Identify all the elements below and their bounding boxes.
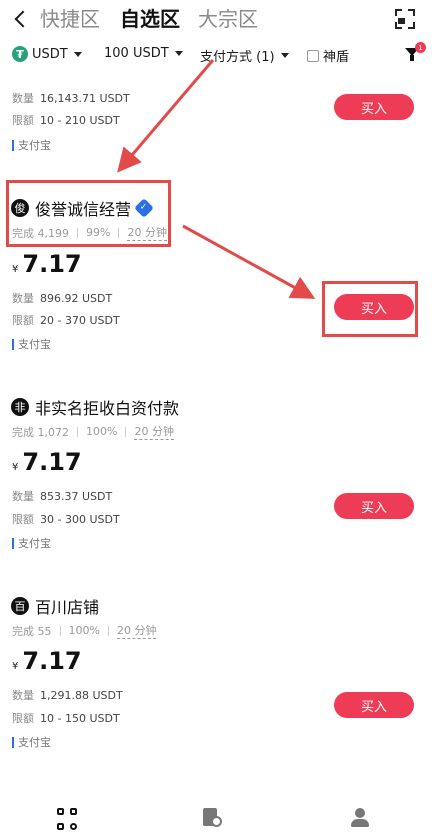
limit-label: 限额 [12, 114, 34, 127]
user-icon[interactable] [350, 808, 370, 830]
completion-rate: 100% [68, 624, 100, 637]
caret-down-icon [174, 51, 183, 56]
price: ¥ 7.17 [12, 448, 82, 476]
payment-tag: 支付宝 [12, 137, 51, 153]
caret-down-icon [280, 53, 289, 58]
merchant-stats: 完成 1,072 100% 20 分钟 [12, 423, 174, 440]
price: ¥ 7.17 [12, 647, 82, 675]
quantity-row: 数量 853.37 USDT [12, 488, 112, 504]
merchant-name[interactable]: 百川店铺 [35, 594, 99, 618]
quantity-label: 数量 [12, 689, 34, 702]
filter-bar: ₮ USDT 100 USDT 支付方式 (1) 神盾 1 [0, 42, 441, 70]
currency-selector[interactable]: ₮ USDT [12, 46, 82, 62]
payment-tag: 支付宝 [12, 336, 51, 352]
payment-tag: 支付宝 [12, 535, 51, 551]
payment-method-label: 支付方式 (1) [200, 50, 275, 65]
divider [125, 426, 127, 437]
limit-row: 限额 10 - 210 USDT [12, 112, 120, 128]
completed-count: 完成 55 [12, 624, 52, 638]
merchant-header[interactable]: 非 非实名拒收白资付款 [11, 395, 179, 419]
quantity-row: 数量 896.92 USDT [12, 290, 112, 306]
arrow-to-buy [182, 224, 316, 299]
divider [77, 426, 78, 437]
limit-row: 限额 20 - 370 USDT [12, 312, 120, 328]
amount-selector[interactable]: 100 USDT [104, 46, 183, 61]
back-chevron-icon[interactable] [10, 6, 34, 32]
caret-down-icon [73, 51, 82, 57]
home-grid-icon[interactable] [57, 808, 77, 830]
completed-count: 完成 1,072 [12, 425, 69, 439]
top-header: 快捷区 自选区 大宗区 [0, 0, 441, 40]
limit-value: 10 - 150 USDT [40, 712, 120, 725]
limit-label: 限额 [12, 513, 34, 526]
limit-label: 限额 [12, 314, 34, 327]
quantity-value: 896.92 USDT [40, 292, 113, 305]
divider [107, 625, 109, 636]
merchant-header[interactable]: 百 百川店铺 [11, 594, 99, 618]
currency-symbol: ¥ [12, 661, 19, 672]
quantity-label: 数量 [12, 92, 34, 105]
merchant-name[interactable]: 非实名拒收白资付款 [35, 395, 179, 419]
limit-row: 限额 10 - 150 USDT [12, 710, 120, 726]
price-value: 7.17 [22, 647, 82, 675]
currency-symbol: ¥ [12, 462, 19, 473]
price: ¥ 7.17 [12, 250, 82, 278]
payment-tag: 支付宝 [12, 734, 51, 750]
quantity-value: 16,143.71 USDT [40, 92, 130, 105]
amount-label: 100 USDT [104, 46, 169, 61]
currency-symbol: ¥ [12, 264, 19, 275]
tab-quick-zone[interactable]: 快捷区 [40, 6, 100, 32]
price-value: 7.17 [22, 448, 82, 476]
quantity-row: 数量 16,143.71 USDT [12, 90, 130, 106]
highlight-box-buy [322, 281, 418, 337]
completion-rate: 100% [86, 425, 118, 438]
payment-time: 20 分钟 [116, 624, 157, 639]
highlight-box-merchant [6, 180, 171, 247]
quantity-label: 数量 [12, 490, 34, 503]
order-icon[interactable] [203, 808, 223, 830]
limit-value: 10 - 210 USDT [40, 114, 120, 127]
shield-toggle[interactable]: 神盾 [307, 46, 349, 65]
tab-bulk-zone[interactable]: 大宗区 [198, 6, 258, 32]
filter-badge: 1 [415, 42, 426, 53]
price-value: 7.17 [22, 250, 82, 278]
limit-label: 限额 [12, 712, 34, 725]
avatar: 非 [11, 398, 29, 416]
shield-label: 神盾 [323, 50, 350, 65]
limit-row: 限额 30 - 300 USDT [12, 511, 120, 527]
tether-icon: ₮ [12, 46, 28, 62]
buy-button[interactable]: 买入 [334, 692, 414, 718]
merchant-stats: 完成 55 100% 20 分钟 [12, 622, 157, 639]
shield-checkbox[interactable] [307, 49, 319, 62]
quantity-label: 数量 [12, 292, 34, 305]
payment-method-selector[interactable]: 支付方式 (1) [200, 46, 289, 65]
buy-button[interactable]: 买入 [334, 94, 414, 120]
bottom-nav [0, 800, 441, 838]
quantity-row: 数量 1,291.88 USDT [12, 687, 123, 703]
quantity-value: 853.37 USDT [40, 490, 113, 503]
payment-time: 20 分钟 [134, 425, 174, 440]
limit-value: 30 - 300 USDT [40, 513, 120, 526]
divider [59, 625, 61, 636]
tab-custom-zone[interactable]: 自选区 [120, 6, 180, 32]
quantity-value: 1,291.88 USDT [40, 689, 123, 702]
limit-value: 20 - 370 USDT [40, 314, 120, 327]
currency-label: USDT [32, 46, 68, 62]
buy-button[interactable]: 买入 [334, 493, 414, 519]
scan-icon[interactable] [395, 9, 415, 29]
arrow-to-merchant [117, 59, 215, 173]
avatar: 百 [11, 597, 29, 615]
